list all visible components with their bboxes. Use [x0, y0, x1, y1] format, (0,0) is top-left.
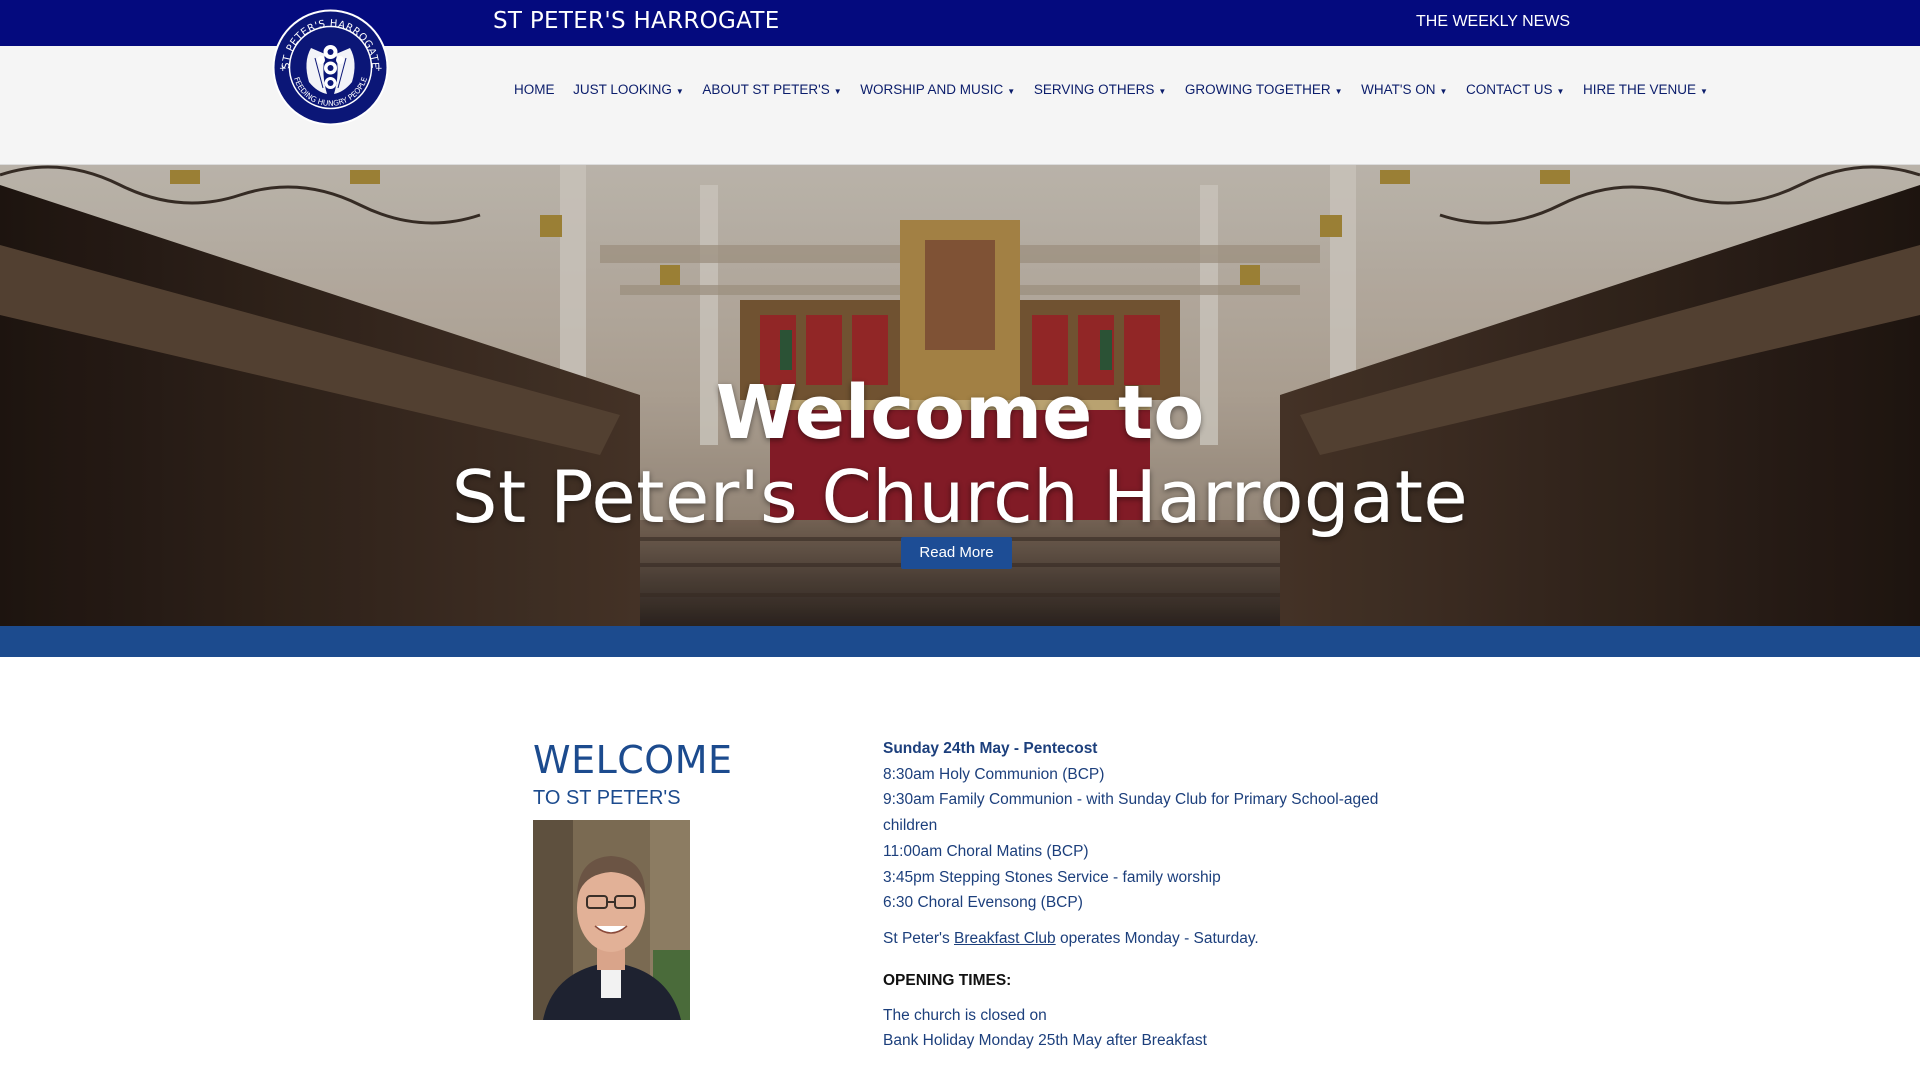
nav-about[interactable]: ABOUT ST PETER'S ▼ — [702, 82, 841, 97]
nav-hire-venue-label: HIRE THE VENUE — [1583, 82, 1697, 97]
read-more-button[interactable]: Read More — [901, 537, 1012, 569]
opening-times-heading: OPENING TIMES: — [883, 971, 1012, 989]
breakfast-club-text: St Peter's Breakfast Club operates Monda… — [883, 926, 1403, 952]
service-line: children — [883, 817, 938, 835]
service-line: 3:45pm Stepping Stones Service - family … — [883, 868, 1221, 886]
service-line: 9:30am Family Communion - with Sunday Cl… — [883, 791, 1379, 809]
nav-serving-others[interactable]: SERVING OTHERS ▼ — [1034, 82, 1166, 97]
breakfast-club-link[interactable]: Breakfast Club — [954, 930, 1056, 947]
nav-just-looking[interactable]: JUST LOOKING ▼ — [573, 82, 684, 97]
dropdown-caret-icon: ▼ — [1700, 87, 1708, 96]
welcome-heading: WELCOME — [533, 738, 733, 782]
divider-strip — [0, 626, 1920, 657]
dropdown-caret-icon: ▼ — [1334, 87, 1343, 96]
service-times: Sunday 24th May - Pentecost 8:30am Holy … — [883, 736, 1403, 1054]
nav-whats-on[interactable]: WHAT'S ON ▼ — [1361, 82, 1447, 97]
portrait-photo — [533, 820, 690, 1020]
nav-home[interactable]: HOME — [514, 82, 555, 97]
nav-worship-music[interactable]: WORSHIP AND MUSIC ▼ — [860, 82, 1015, 97]
weekly-news-link[interactable]: THE WEEKLY NEWS — [1416, 13, 1570, 31]
nav-home-label: HOME — [514, 82, 555, 97]
opening-line: Bank Holiday Monday 25th May after Break… — [883, 1032, 1207, 1050]
hero-title-line2: St Peter's Church Harrogate — [451, 455, 1469, 539]
service-line: 8:30am Holy Communion (BCP) — [883, 765, 1105, 783]
nav-contact-us[interactable]: CONTACT US ▼ — [1466, 82, 1564, 97]
vicar-portrait — [533, 820, 690, 1020]
nav-contact-us-label: CONTACT US — [1465, 82, 1553, 97]
nav-about-label: ABOUT ST PETER'S — [702, 82, 830, 97]
nav-growing-together-label: GROWING TOGETHER — [1184, 82, 1331, 97]
church-logo[interactable]: + + ST PETER'S HARROGATE FEEDING HUNGRY … — [271, 8, 390, 127]
breakfast-suffix: operates Monday - Saturday. — [1055, 929, 1259, 947]
service-date-heading: Sunday 24th May - Pentecost — [883, 740, 1098, 757]
dropdown-caret-icon: ▼ — [833, 87, 842, 96]
nav-just-looking-label: JUST LOOKING — [573, 82, 672, 97]
nav-growing-together[interactable]: GROWING TOGETHER ▼ — [1185, 82, 1343, 97]
dropdown-caret-icon: ▼ — [1439, 87, 1448, 96]
hero-title-line1: Welcome to — [715, 370, 1205, 456]
logo-emblem-icon: + + ST PETER'S HARROGATE FEEDING HUNGRY … — [272, 9, 389, 126]
dropdown-caret-icon: ▼ — [1556, 87, 1565, 96]
dropdown-caret-icon: ▼ — [1007, 87, 1016, 96]
service-line: 6:30 Choral Evensong (BCP) — [883, 894, 1083, 912]
service-line: 11:00am Choral Matins (BCP) — [883, 842, 1089, 860]
opening-line: The church is closed on — [883, 1006, 1047, 1024]
dropdown-caret-icon: ▼ — [1158, 87, 1167, 96]
dropdown-caret-icon: ▼ — [675, 87, 684, 96]
nav-worship-music-label: WORSHIP AND MUSIC — [860, 82, 1004, 97]
primary-nav: HOME JUST LOOKING ▼ ABOUT ST PETER'S ▼ W… — [514, 82, 1727, 97]
nav-serving-others-label: SERVING OTHERS — [1033, 82, 1155, 97]
nav-whats-on-label: WHAT'S ON — [1361, 82, 1436, 97]
site-title[interactable]: ST PETER'S HARROGATE — [493, 8, 780, 34]
nav-hire-venue[interactable]: HIRE THE VENUE ▼ — [1583, 82, 1708, 97]
breakfast-prefix: St Peter's — [883, 929, 955, 947]
welcome-subheading: TO ST PETER'S — [533, 787, 681, 809]
